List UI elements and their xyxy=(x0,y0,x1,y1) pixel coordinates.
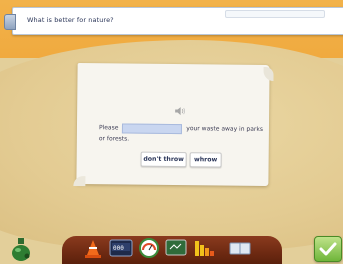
blackboard-icon[interactable] xyxy=(163,237,189,259)
svg-text:000: 000 xyxy=(113,245,124,252)
question-bar: What is better for nature? xyxy=(4,7,343,35)
game-stage: What is better for nature? Please your w… xyxy=(0,0,343,264)
question-bar-tab[interactable] xyxy=(4,14,16,30)
bar-chart-icon[interactable] xyxy=(192,237,220,259)
option-button-dont-throw[interactable]: don't throw xyxy=(140,151,187,168)
question-text: What is better for nature? xyxy=(27,16,114,24)
calculator-icon[interactable]: 000 xyxy=(108,237,134,259)
confirm-button[interactable] xyxy=(314,236,342,262)
option-button-whrow[interactable]: whrow xyxy=(189,152,222,168)
checkmark-icon xyxy=(319,242,337,256)
question-bar-slot xyxy=(225,10,325,18)
exercise-card: Please your waste away in parks or fores… xyxy=(73,62,274,187)
traffic-cone-icon[interactable] xyxy=(82,237,104,259)
book-icon[interactable] xyxy=(226,237,254,259)
answer-blank[interactable] xyxy=(122,122,183,134)
speaker-icon[interactable] xyxy=(174,106,186,116)
sentence-start: Please xyxy=(98,124,119,132)
potion-flask-icon[interactable] xyxy=(8,236,34,262)
gauge-icon[interactable] xyxy=(138,237,160,259)
exercise-sentence: Please your waste away in parks or fores… xyxy=(99,122,269,146)
